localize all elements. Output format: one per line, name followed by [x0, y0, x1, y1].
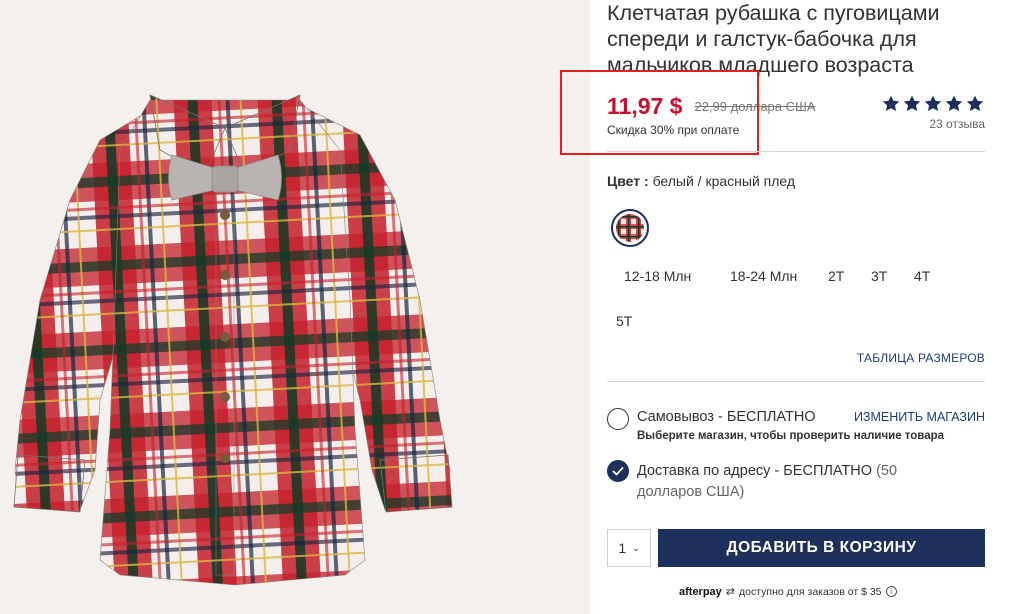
info-icon[interactable]: i [885, 586, 897, 597]
reviews-count[interactable]: 23 отзыва [881, 117, 985, 131]
chevron-down-icon: ⌄ [632, 542, 640, 553]
star-icon [924, 95, 942, 112]
afterpay-info: afterpay ⇄ доступно для заказов от $ 35 … [679, 585, 897, 598]
divider [607, 381, 985, 382]
plaid-shirt-illustration [13, 94, 453, 586]
color-label: Цвет : [607, 173, 649, 189]
pickup-subtext: Выберите магазин, чтобы проверить наличи… [637, 430, 945, 442]
size-option[interactable]: 4T [914, 268, 930, 284]
size-option[interactable]: 18-24 Млн [730, 268, 797, 284]
price-highlight-box [560, 70, 759, 155]
star-icon [882, 95, 900, 112]
change-store-link[interactable]: ИЗМЕНИТЬ МАГАЗИН [854, 410, 985, 424]
rating[interactable]: 23 отзыва [881, 94, 985, 131]
star-icon [966, 95, 984, 112]
divider [607, 151, 985, 152]
size-option[interactable]: 5T [616, 313, 632, 329]
size-chart-link[interactable]: ТАБЛИЦА РАЗМЕРОВ [857, 351, 985, 365]
afterpay-logo: afterpay [679, 585, 722, 598]
price-block: 11,97 $22,99 доллара США Скидка 30% при … [560, 70, 867, 155]
star-icon [945, 95, 963, 112]
size-option[interactable]: 3T [871, 268, 887, 284]
product-title: Клетчатая рубашка с пуговицами спереди и… [607, 1, 940, 77]
delivery-radio[interactable] [607, 460, 629, 482]
afterpay-arrows-icon: ⇄ [725, 586, 736, 598]
discount-note: Скидка 30% при оплате [607, 123, 740, 137]
product-image[interactable] [0, 0, 590, 614]
delivery-text: Доставка по адресу - БЕСПЛАТНО [637, 463, 873, 479]
product-details: Клетчатая рубашка с пуговицами спереди и… [560, 0, 985, 614]
pickup-radio[interactable] [607, 408, 629, 430]
size-option[interactable]: 12-18 Млн [624, 268, 691, 284]
pickup-label: Самовывоз - БЕСПЛАТНО [637, 409, 816, 425]
quantity-select[interactable]: 1 ⌄ [607, 529, 651, 567]
plaid-swatch-icon [616, 214, 644, 242]
quantity-value: 1 [618, 540, 627, 556]
star-rating [881, 94, 985, 113]
color-swatch-selected[interactable] [611, 209, 649, 247]
color-value: белый / красный плед [652, 173, 796, 189]
delivery-label: Доставка по адресу - БЕСПЛАТНО (50 долла… [637, 461, 957, 503]
checkmark-icon [612, 466, 624, 476]
color-selector-label: Цвет : белый / красный плед [607, 173, 795, 189]
afterpay-text: доступно для заказов от $ 35 [739, 585, 882, 598]
star-icon [903, 95, 921, 112]
size-option[interactable]: 2T [828, 268, 844, 284]
add-to-cart-button[interactable]: ДОБАВИТЬ В КОРЗИНУ [658, 529, 985, 567]
